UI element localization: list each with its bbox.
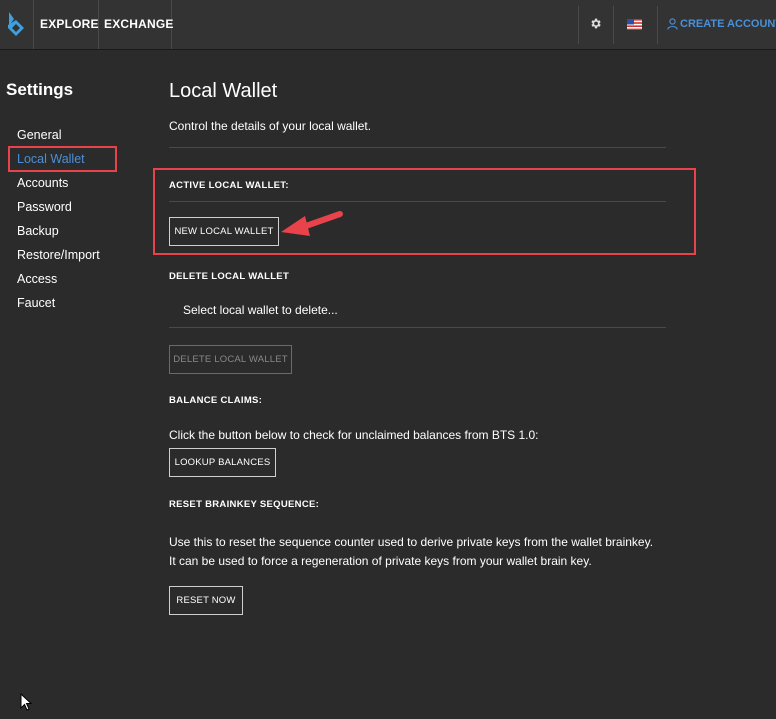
nav-exchange[interactable]: EXCHANGE (98, 0, 173, 49)
reset-brainkey-label: RESET BRAINKEY SEQUENCE: (169, 499, 320, 510)
highlight-box (8, 146, 117, 172)
brainkey-text-line1: Use this to reset the sequence counter u… (169, 535, 654, 549)
arrow-annotation-icon (281, 211, 343, 236)
lookup-balances-button[interactable]: LOOKUP BALANCES (169, 448, 276, 477)
delete-local-wallet-button[interactable]: DELETE LOCAL WALLET (169, 345, 292, 374)
sidebar-item-general[interactable]: General (17, 128, 61, 142)
settings-title: Settings (6, 80, 74, 99)
brainkey-text-line2: It can be used to force a regeneration o… (169, 554, 592, 568)
divider (578, 6, 579, 44)
sidebar-item-password[interactable]: Password (17, 200, 72, 214)
divider (169, 201, 666, 202)
sidebar-item-restore-import[interactable]: Restore/Import (17, 248, 100, 262)
active-wallet-label: ACTIVE LOCAL WALLET: (169, 180, 289, 191)
divider (169, 327, 666, 328)
top-bar: EXPLORE EXCHANGE CREATE ACCOUNT (0, 0, 776, 50)
page-title: Local Wallet (169, 80, 278, 102)
create-account-link[interactable]: CREATE ACCOUNT (667, 18, 776, 30)
balance-claims-label: BALANCE CLAIMS: (169, 395, 263, 406)
nav-explore[interactable]: EXPLORE (34, 0, 99, 49)
bitshares-logo-icon (8, 12, 24, 36)
divider (657, 6, 658, 44)
balance-claims-text: Click the button below to check for uncl… (169, 428, 539, 442)
wallet-select[interactable]: Select local wallet to delete... (183, 303, 338, 317)
gear-icon[interactable] (589, 17, 602, 30)
page-description: Control the details of your local wallet… (169, 119, 372, 133)
user-icon (667, 18, 678, 30)
sidebar-item-access[interactable]: Access (17, 272, 57, 286)
delete-wallet-label: DELETE LOCAL WALLET (169, 271, 290, 282)
divider (169, 147, 666, 148)
us-flag-icon[interactable] (627, 19, 642, 30)
new-local-wallet-button[interactable]: NEW LOCAL WALLET (169, 217, 279, 246)
mouse-cursor-icon (20, 693, 32, 711)
create-account-label: CREATE ACCOUNT (680, 18, 776, 31)
sidebar-item-faucet[interactable]: Faucet (17, 296, 55, 310)
divider (613, 6, 614, 44)
sidebar-item-accounts[interactable]: Accounts (17, 176, 68, 190)
reset-now-button[interactable]: RESET NOW (169, 586, 243, 615)
logo[interactable] (0, 0, 34, 49)
sidebar-item-backup[interactable]: Backup (17, 224, 59, 238)
